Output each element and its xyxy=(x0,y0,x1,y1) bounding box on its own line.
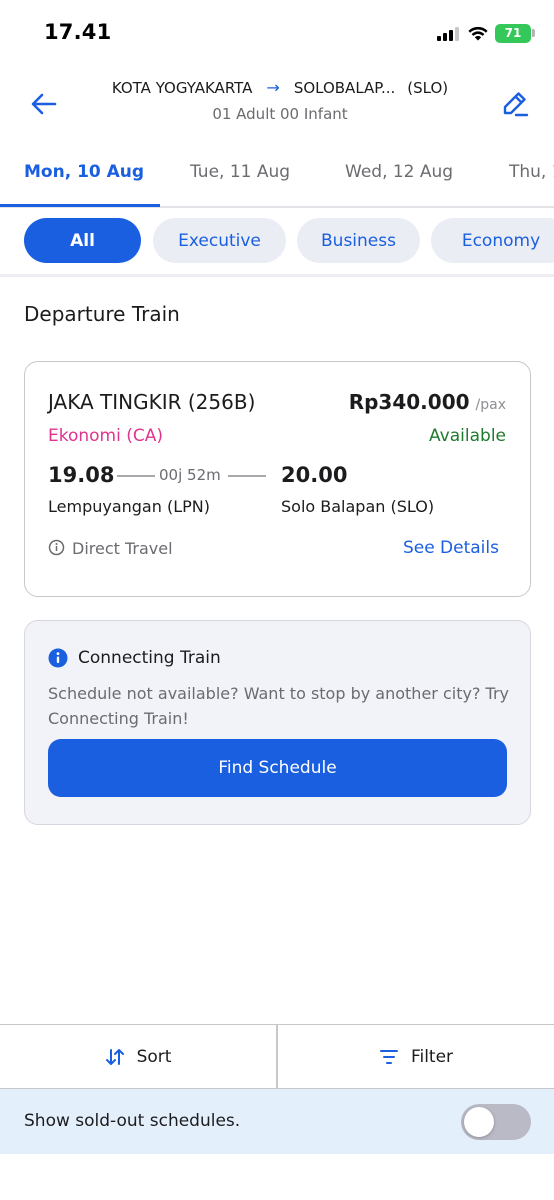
info-icon xyxy=(48,648,68,668)
filter-label: Filter xyxy=(410,1046,454,1067)
header: KOTA YOGYAKARTA → SOLOBALAP... (SLO) 01 … xyxy=(0,64,554,148)
chip-business[interactable]: Business xyxy=(297,218,420,263)
section-title: Departure Train xyxy=(24,302,180,326)
status-time: 17.41 xyxy=(44,20,112,44)
availability-status: Available xyxy=(429,426,506,446)
pencil-icon xyxy=(503,92,529,117)
train-card[interactable]: JAKA TINGKIR (256B) Rp340.000/pax Ekonom… xyxy=(24,361,531,597)
tab-date-mon-10-aug[interactable]: Mon, 10 Aug xyxy=(24,162,144,182)
chip-all[interactable]: All xyxy=(24,218,141,263)
sort-icon xyxy=(105,1048,124,1065)
filter-button[interactable]: Filter xyxy=(278,1025,554,1088)
departure-time: 19.08 xyxy=(48,463,115,487)
info-icon xyxy=(48,539,65,556)
sold-out-label: Show sold-out schedules. xyxy=(24,1111,241,1131)
sold-out-bar: Show sold-out schedules. xyxy=(0,1089,554,1154)
chip-executive[interactable]: Executive xyxy=(153,218,286,263)
cellular-signal-icon xyxy=(437,27,461,41)
train-name: JAKA TINGKIR (256B) xyxy=(48,390,256,414)
arrival-station: Solo Balapan (SLO) xyxy=(281,497,435,516)
tab-date-tue-11-aug[interactable]: Tue, 11 Aug xyxy=(190,162,290,182)
connecting-description: Schedule not available? Want to stop by … xyxy=(48,684,509,728)
destination-station: SOLOBALAP... xyxy=(293,78,396,97)
sort-button[interactable]: Sort xyxy=(0,1025,276,1088)
connecting-title: Connecting Train xyxy=(78,648,221,668)
date-tabs: Mon, 10 Aug Tue, 11 Aug Wed, 12 Aug Thu,… xyxy=(0,148,554,208)
status-bar: 17.41 71 xyxy=(0,0,554,64)
price-value: Rp340.000 xyxy=(348,390,470,414)
train-class: Ekonomi (CA) xyxy=(48,426,164,446)
origin-station: KOTA YOGYAKARTA xyxy=(111,78,253,97)
duration-line xyxy=(228,475,266,477)
arrow-right-icon: → xyxy=(266,78,280,97)
find-schedule-button[interactable]: Find Schedule xyxy=(48,739,507,797)
edit-search-button[interactable] xyxy=(494,82,536,124)
battery-tip xyxy=(532,29,535,37)
back-button[interactable] xyxy=(24,84,64,124)
battery-icon: 71 xyxy=(495,24,531,43)
bottom-bar: Sort Filter xyxy=(0,1024,554,1089)
tab-date-wed-12-aug[interactable]: Wed, 12 Aug xyxy=(345,162,453,182)
duration-line xyxy=(117,475,155,477)
active-tab-indicator xyxy=(0,204,160,207)
route-summary: KOTA YOGYAKARTA → SOLOBALAP... (SLO) 01 … xyxy=(80,78,480,123)
arrow-left-icon xyxy=(31,93,57,115)
connecting-train-box: Connecting Train Schedule not available?… xyxy=(24,620,531,825)
filter-icon xyxy=(379,1049,398,1064)
destination-code: (SLO) xyxy=(407,78,449,97)
class-filter-chips: All Executive Business Economy xyxy=(0,218,554,264)
price-unit: /pax xyxy=(475,397,506,413)
travel-type: Direct Travel xyxy=(72,539,173,558)
tab-date-thu[interactable]: Thu, 1 xyxy=(509,162,554,182)
trip-duration: 00j 52m xyxy=(159,466,221,484)
chip-economy[interactable]: Economy xyxy=(431,218,554,263)
toggle-knob xyxy=(464,1107,494,1137)
arrival-time: 20.00 xyxy=(281,463,348,487)
sort-label: Sort xyxy=(136,1046,172,1067)
passenger-count: 01 Adult 00 Infant xyxy=(212,105,348,123)
wifi-icon xyxy=(468,26,488,41)
see-details-link[interactable]: See Details xyxy=(403,538,499,558)
sold-out-toggle[interactable] xyxy=(461,1104,531,1140)
train-price: Rp340.000/pax xyxy=(349,390,506,414)
departure-station: Lempuyangan (LPN) xyxy=(48,497,210,516)
divider xyxy=(0,274,554,277)
